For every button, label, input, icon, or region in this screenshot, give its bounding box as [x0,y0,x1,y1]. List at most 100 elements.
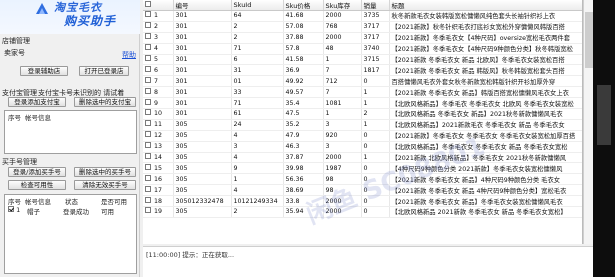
table-row[interactable]: 13 305 3 46.3 3 0 【北欧风格新品】冬季毛衣女 冬季毛衣女 新品 冬季毛衣女… [143,141,582,153]
row-stock: 98 [323,184,362,197]
row-id: 301 [173,43,232,55]
add-alipay-button[interactable]: 登录添加支付宝 [8,97,66,107]
table-row[interactable]: 7 301 01 49.92 712 0 百搭慵懒风毛衣外套女秋冬新款宽松韩版针织开衫加厚外… [143,75,582,88]
table-row[interactable]: 2 301 2 57.08 768 3717 【2021新款】秋冬针织毛衣打底衫女宽松外穿慵… [143,21,582,33]
row-sales: 1 [361,86,390,99]
delete-buyer-button[interactable]: 删除选中的买手号 [74,167,136,177]
table-row[interactable]: 19 305 2 35.94 2000 0 【北欧风格新品 2021新款 冬季毛衣女 新品 … [143,206,582,218]
buyer-row-available: 可用 [101,208,114,216]
row-number: 6 [154,66,159,74]
row-checkbox[interactable] [145,174,151,181]
table-row[interactable]: 14 305 4 37.87 2000 1 【2021新款 北欧风格新品】冬季毛衣女 202… [143,152,582,164]
row-checkbox[interactable] [145,196,151,203]
product-table[interactable]: 编号 SkuId Sku价格 Sku库存 销量 标题 1 301 64 41.68 20… [143,0,583,244]
table-row[interactable]: 3 301 2 37.88 2000 3717 【2021新款】冬季毛衣女【4种尺码】ove… [143,32,582,44]
row-checkbox-cell: 18 [143,195,174,208]
row-checkbox[interactable] [145,207,151,214]
row-sales: 1817 [361,64,390,77]
col-sku-stock[interactable]: Sku库存 [323,0,362,11]
table-row[interactable]: 1 301 64 41.68 2000 3735 秋冬新款毛衣女装韩版宽松慵懒风纯色套头长袖… [143,10,582,22]
row-checkbox-cell: 3 [143,32,174,44]
clear-invalid-buyer-button[interactable]: 清除无效买手号 [74,180,136,190]
table-row[interactable]: 10 301 61 47.5 1 2 【北欧风格新品 冬季毛衣女 新品】2021秋冬新款慵懒… [143,108,582,120]
delete-alipay-button[interactable]: 删除选中的支付宝 [74,97,136,107]
row-title: 【4种尺码9种颜色分类 2021新款】冬季毛衣女装宽松慵懒风 [389,162,582,175]
row-checkbox[interactable] [145,142,151,149]
table-row[interactable]: 18 305012332478 10121249334 33.8 2000 0 【2021新… [143,195,582,208]
col-sku-price[interactable]: Sku价格 [283,0,324,11]
row-checkbox-cell: 5 [143,54,174,66]
row-checkbox[interactable] [145,153,151,160]
alipay-list[interactable]: 序号 帐号信息 [4,110,137,154]
col-sales[interactable]: 销量 [361,0,390,11]
open-login-shop-button[interactable]: 打开已登录店 [79,66,129,76]
select-all-checkbox[interactable] [145,1,151,7]
row-price: 57.08 [283,21,324,33]
row-id: 301 [173,108,232,120]
row-id: 301 [173,86,232,99]
table-row[interactable]: 17 305 4 38.69 98 0 【2021新款 冬季毛衣女 新品 4种尺码9种颜色分… [143,184,582,197]
row-price: 37.88 [283,32,324,44]
row-id: 305 [173,119,232,131]
row-checkbox[interactable] [145,131,151,138]
row-checkbox[interactable] [145,163,151,170]
row-checkbox[interactable] [145,65,151,72]
col-title[interactable]: 标题 [389,0,582,11]
table-scrollbar[interactable] [583,0,593,244]
row-checkbox[interactable] [145,87,151,94]
table-row[interactable]: 12 305 4 47.9 920 0 【2021新款】冬季毛衣女 冬季毛衣女 冬季毛衣女装… [143,130,582,142]
row-checkbox[interactable] [145,98,151,105]
table-row[interactable]: 11 305 24 35.2 3 1 【北欧风格新品】2021新款毛衣 冬季毛衣女 新品 冬… [143,119,582,131]
row-title: 百搭慵懒风毛衣外套女秋冬新款宽松韩版针织开衫加厚外穿 [389,75,582,88]
row-title: 【2021新款】冬季毛衣女 冬季毛衣女 冬季毛衣女装宽松加厚百搭 [389,130,582,142]
row-id: 301 [173,32,232,44]
help-link[interactable]: 帮助 [122,50,136,60]
table-row[interactable]: 4 301 71 57.8 48 3740 【2021新款】冬季毛衣女【4种尺码9种颜色分类… [143,43,582,55]
row-stock: 7 [323,86,362,99]
col-skuid[interactable]: SkuId [231,0,284,11]
login-shop-button[interactable]: 登录辅助店 [20,66,68,76]
seller-label: 卖家号 [4,49,25,57]
row-checkbox-cell: 8 [143,86,174,99]
check-buyer-button[interactable]: 检查可用性 [8,180,66,190]
row-price: 36.9 [283,64,324,77]
row-checkbox[interactable] [145,185,151,192]
row-price: 33.8 [283,195,324,208]
logo-icon [36,3,48,14]
table-row[interactable]: 16 305 1 56.36 98 0 【2021新款 冬季毛衣女 新品】4种尺码9种颜色分… [143,173,582,186]
row-skuid: 1 [231,173,284,186]
row-checkbox[interactable] [145,55,151,61]
row-checkbox[interactable] [145,11,151,18]
row-checkbox[interactable] [145,120,151,127]
table-scrollbar-thumb[interactable] [585,12,593,68]
col-id[interactable]: 编号 [173,0,232,11]
row-title: 【2021新款 冬季毛衣女 新品】冬季毛衣女装宽松慵懒风毛衣 [389,195,582,208]
row-checkbox[interactable] [145,33,151,40]
row-id: 301 [173,21,232,33]
logo-title: 购买助手 [64,14,117,28]
row-title: 【2021新款】冬季毛衣女【4种尺码9种颜色分类】秋冬韩版宽松 [389,43,582,55]
add-buyer-button[interactable]: 登录/添加买手号 [8,167,66,177]
table-row[interactable]: 5 301 6 41.58 1 3715 【2021新款 冬季毛衣女 新品 北欧风】冬季毛衣… [143,54,582,66]
dark-edge-strip [597,85,611,145]
row-number: 5 [154,56,159,63]
buyer-row-checkbox[interactable] [8,206,14,212]
buyer-col-account: 帐号信息 [25,198,51,206]
row-stock: 2000 [323,32,362,44]
table-row[interactable]: 15 305 9 39.98 1987 0 【4种尺码9种颜色分类 2021新款】冬季毛衣女… [143,162,582,175]
table-row[interactable]: 6 301 31 36.9 7 1817 【2021新款 冬季毛衣女 新品 韩版风】秋冬韩版… [143,64,582,77]
row-price: 47.5 [283,108,324,120]
alipay-col-index: 序号 [8,114,21,122]
row-checkbox-cell: 6 [143,64,174,77]
row-checkbox[interactable] [145,22,151,29]
buyer-row[interactable]: 1 [8,206,20,214]
col-checkbox[interactable] [143,0,174,11]
row-checkbox[interactable] [145,44,151,51]
row-checkbox[interactable] [145,109,151,116]
row-skuid: 4 [231,130,284,142]
row-stock: 712 [323,75,362,88]
row-checkbox[interactable] [145,76,151,83]
table-row[interactable]: 8 301 33 49.57 7 1 【2021新款 冬季毛衣女 新品】韩版百搭宽松慵懒风毛… [143,86,582,99]
buyer-list[interactable]: 序号 帐号信息 状态 是否可用 1 帽子 登录成功 可用 [4,194,137,274]
table-row[interactable]: 9 301 71 35.4 1081 1 【北欧风格新品】冬季毛衣 冬季毛衣女 北欧风 冬季… [143,97,582,110]
